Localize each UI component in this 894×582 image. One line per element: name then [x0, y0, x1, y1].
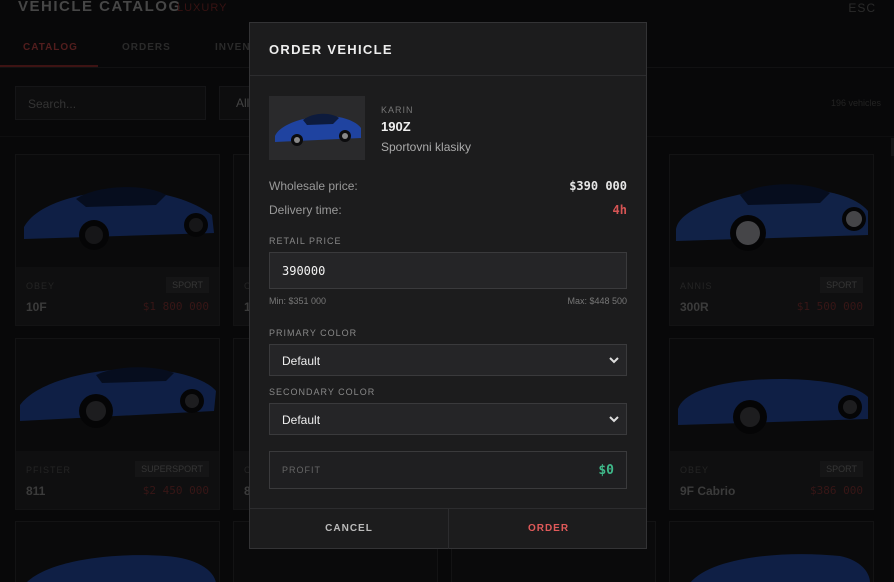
retail-price-max: Max: $448 500: [567, 296, 627, 306]
secondary-color-label: SECONDARY COLOR: [269, 387, 376, 397]
retail-price-label: RETAIL PRICE: [269, 236, 342, 246]
cancel-button[interactable]: CANCEL: [250, 509, 449, 549]
vehicle-model: 190Z: [381, 119, 411, 134]
delivery-time-label: Delivery time:: [269, 203, 342, 217]
modal-header: ORDER VEHICLE: [250, 23, 646, 76]
retail-price-input[interactable]: 390000: [269, 252, 627, 289]
primary-color-value: Default: [282, 354, 321, 368]
vehicle-thumbnail: [269, 96, 365, 160]
wholesale-price-label: Wholesale price:: [269, 179, 358, 193]
profit-box: PROFIT $0: [269, 451, 627, 489]
chevron-down-icon: [609, 357, 619, 364]
vehicle-brand: KARIN: [381, 105, 414, 115]
retail-price-min: Min: $351 000: [269, 296, 327, 306]
profit-value: $0: [598, 463, 614, 478]
chevron-down-icon: [609, 416, 619, 423]
order-button[interactable]: ORDER: [449, 509, 648, 549]
vehicle-class: Sportovni klasiky: [381, 140, 472, 154]
retail-price-value: 390000: [282, 264, 326, 278]
secondary-color-select[interactable]: Default: [269, 403, 627, 435]
wholesale-price-value: $390 000: [569, 179, 627, 193]
secondary-color-value: Default: [282, 413, 321, 427]
modal-title: ORDER VEHICLE: [269, 42, 393, 57]
primary-color-select[interactable]: Default: [269, 344, 627, 376]
modal-footer: CANCEL ORDER: [250, 508, 648, 549]
profit-label: PROFIT: [282, 465, 321, 475]
delivery-time-value: 4h: [612, 203, 627, 217]
order-vehicle-modal: ORDER VEHICLE KARIN 190Z Sportovni klasi…: [249, 22, 647, 549]
primary-color-label: PRIMARY COLOR: [269, 328, 358, 338]
